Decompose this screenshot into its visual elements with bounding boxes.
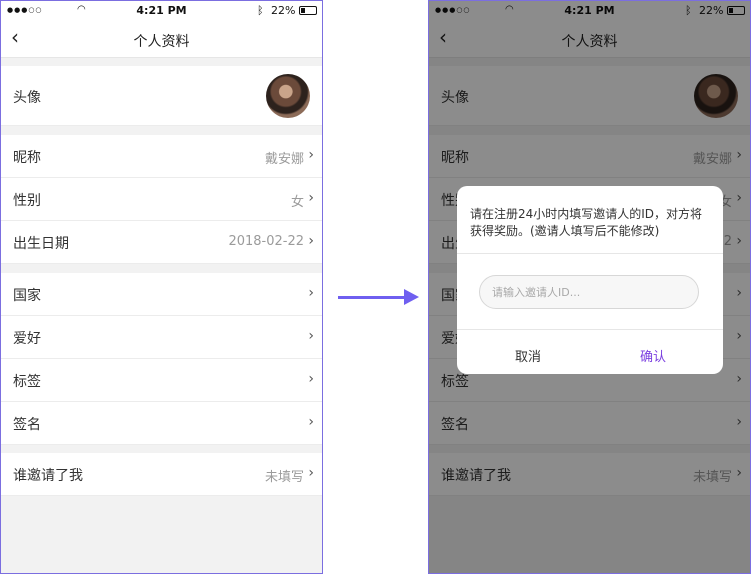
dialog-divider [457, 329, 723, 330]
row-country[interactable]: 国家 › [1, 273, 322, 316]
inviter-value: 未填写 [264, 470, 304, 485]
row-signature[interactable]: 签名 › [1, 402, 322, 445]
birthdate-label: 出生日期 [13, 236, 69, 252]
country-label: 国家 [13, 288, 41, 304]
chevron-right-icon: › [308, 190, 314, 206]
inviter-label: 谁邀请了我 [13, 468, 83, 484]
arrow-right-icon [404, 289, 419, 305]
chevron-right-icon: › [308, 285, 314, 301]
battery-icon [299, 6, 317, 15]
status-bar: ●●●○○ ◠ 4:21 PM ᛒ 22% [1, 1, 322, 21]
nav-bar: ‹ 个人资料 [1, 21, 322, 58]
gender-label: 性别 [13, 193, 41, 209]
avatar-label: 头像 [13, 90, 41, 106]
dialog-message: 请在注册24小时内填写邀请人的ID，对方将获得奖励。(邀请人填写后不能修改) [470, 207, 703, 238]
hobby-label: 爱好 [13, 331, 41, 347]
chevron-right-icon: › [308, 465, 314, 481]
chevron-right-icon: › [308, 414, 314, 430]
gender-value: 女 [290, 195, 304, 210]
phone-screen-profile: ●●●○○ ◠ 4:21 PM ᛒ 22% ‹ 个人资料 头像 昵称 戴安娜 ›… [0, 0, 323, 574]
battery-percent: 22% [271, 4, 296, 17]
phone-screen-invite-dialog: ●●●○○ ◠ 4:21 PM ᛒ 22% ‹ 个人资料 头像 昵称 戴安娜 ›… [428, 0, 751, 574]
bluetooth-icon: ᛒ [257, 4, 264, 17]
arrow-line [338, 296, 406, 299]
dialog-divider [457, 253, 723, 254]
inviter-id-input[interactable] [479, 275, 699, 309]
cancel-button[interactable]: 取消 [515, 346, 541, 365]
row-tags[interactable]: 标签 › [1, 359, 322, 402]
page-title: 个人资料 [133, 34, 190, 50]
tags-label: 标签 [13, 374, 41, 390]
nickname-label: 昵称 [13, 150, 41, 166]
row-nickname[interactable]: 昵称 戴安娜 › [1, 135, 322, 178]
chevron-right-icon: › [308, 371, 314, 387]
row-birthdate[interactable]: 出生日期 2018-02-22 › [1, 221, 322, 264]
row-hobby[interactable]: 爱好 › [1, 316, 322, 359]
chevron-right-icon: › [308, 233, 314, 249]
birthdate-value: 2018-02-22 [228, 234, 304, 249]
confirm-button[interactable]: 确认 [640, 346, 666, 365]
avatar[interactable] [266, 74, 310, 118]
row-inviter[interactable]: 谁邀请了我 未填写 › [1, 453, 322, 496]
avatar-row[interactable]: 头像 [1, 66, 322, 126]
nickname-value: 戴安娜 [264, 152, 304, 167]
invite-dialog: 请在注册24小时内填写邀请人的ID，对方将获得奖励。(邀请人填写后不能修改) 取… [457, 186, 723, 374]
signature-label: 签名 [13, 417, 41, 433]
chevron-right-icon: › [308, 328, 314, 344]
row-gender[interactable]: 性别 女 › [1, 178, 322, 221]
chevron-right-icon: › [308, 147, 314, 163]
